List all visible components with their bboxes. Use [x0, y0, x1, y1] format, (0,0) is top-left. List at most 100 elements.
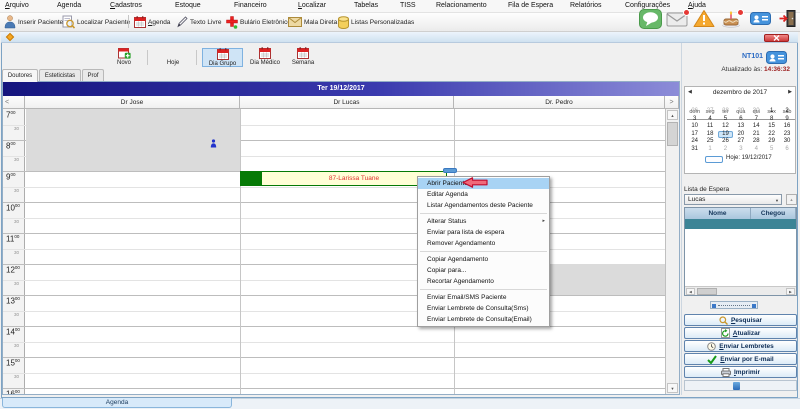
appointment[interactable]: 87-Larissa Tuane	[240, 171, 447, 186]
calendar-day[interactable]: 12	[718, 123, 733, 131]
calendar-day[interactable]: 23	[779, 131, 794, 139]
menu-relacionamento[interactable]: Relacionamento	[436, 2, 487, 9]
toolbar-bulario-eletronico[interactable]: Bulário Eletrônico	[226, 14, 291, 30]
calendar-day[interactable]: 25	[702, 138, 717, 146]
scroll-left-button[interactable]: ◀	[686, 288, 695, 295]
calendar-day[interactable]: 31	[687, 146, 702, 154]
calendar-day[interactable]: 15	[764, 123, 779, 131]
button-pesquisar[interactable]: Pesquisar	[684, 314, 797, 326]
scroll-right-button[interactable]: ▶	[786, 288, 795, 295]
birthday-button[interactable]	[719, 9, 744, 31]
scrollbar-thumb[interactable]	[697, 288, 717, 295]
appointment-resize-handle[interactable]	[443, 168, 457, 173]
calendar-day[interactable]: 4	[749, 146, 764, 154]
view-dia-medico[interactable]: Dia Médico	[245, 47, 285, 67]
column-header-dr-lucas[interactable]: Dr Lucas	[240, 96, 454, 109]
calendar-day[interactable]: 3	[687, 116, 702, 124]
calendar-day[interactable]: 28	[749, 138, 764, 146]
menu-fila-de-espera[interactable]: Fila de Espera	[508, 2, 553, 9]
calendar-prev-button[interactable]: ◀	[688, 89, 692, 95]
calendar-day[interactable]: 5	[718, 116, 733, 124]
menu-financeiro[interactable]: Financeiro	[234, 2, 267, 9]
context-item-editar-agenda[interactable]: Editar Agenda	[418, 189, 549, 200]
columns-scroll-right-button[interactable]: >	[665, 96, 679, 109]
close-button[interactable]	[764, 34, 789, 42]
calendar-day[interactable]: 20	[733, 131, 748, 139]
calendar-day[interactable]: 7	[749, 116, 764, 124]
calendar-day[interactable]: 3	[733, 146, 748, 154]
calendar-day[interactable]: 6	[779, 146, 794, 154]
calendar-day[interactable]: 26	[718, 138, 733, 146]
menu-agenda[interactable]: Agenda	[57, 2, 81, 9]
scrollbar-thumb[interactable]	[667, 122, 678, 146]
context-item-remover-agendamento[interactable]: Remover Agendamento	[418, 238, 549, 249]
calendar-day[interactable]: 29	[764, 138, 779, 146]
waitlist-hscrollbar[interactable]: ◀ ▶	[685, 286, 796, 295]
context-item-enviar-lembrete-de-consulta-sms[interactable]: Enviar Lembrete de Consulta(Sms)	[418, 303, 549, 314]
tab-esteticistas[interactable]: Esteticistas	[39, 69, 81, 81]
toolbar-agenda[interactable]: Agenda	[134, 14, 170, 30]
context-item-recortar-agendamento[interactable]: Recortar Agendamento	[418, 276, 549, 287]
calendar-day[interactable]: 21	[749, 131, 764, 139]
calendar-day[interactable]: 4	[702, 116, 717, 124]
view-hoje[interactable]: Hoje	[158, 48, 188, 67]
calendar-day[interactable]: 24	[687, 138, 702, 146]
menu-localizar[interactable]: Localizar	[298, 2, 326, 9]
menu-arquivo[interactable]: Arquivo	[5, 2, 29, 9]
calendar-day[interactable]: 30	[779, 138, 794, 146]
chat-button[interactable]	[638, 8, 662, 31]
calendar-day[interactable]: 27	[702, 108, 717, 116]
bottom-tab-agenda[interactable]: Agenda	[2, 398, 232, 408]
calendar-day[interactable]: 18	[702, 131, 717, 139]
calendar-next-button[interactable]: ▶	[788, 89, 792, 95]
menu-tabelas[interactable]: Tabelas	[354, 2, 378, 9]
calendar-day[interactable]: 16	[779, 123, 794, 131]
mail-button[interactable]	[665, 9, 690, 31]
waitlist-column-nome[interactable]: Nome	[685, 208, 751, 219]
columns-scroll-left-button[interactable]: <	[3, 96, 25, 109]
menu-cadastros[interactable]: Cadastros	[110, 2, 142, 9]
calendar-day[interactable]: 5	[764, 146, 779, 154]
idcard-button[interactable]	[748, 11, 772, 31]
scroll-down-button[interactable]: ▼	[667, 383, 678, 393]
toolbar-inserir-paciente[interactable]: Inserir Paciente	[4, 14, 63, 30]
calendar-day[interactable]: 30	[749, 108, 764, 116]
slider-thumb[interactable]	[733, 382, 740, 390]
context-item-alterar-status[interactable]: Alterar Status ▸	[418, 216, 549, 227]
column-header-dr-jose[interactable]: Dr Jose	[25, 96, 240, 109]
context-item-listar-agendamentos-deste-paciente[interactable]: Listar Agendamentos deste Paciente	[418, 200, 549, 211]
view-novo[interactable]: Novo	[110, 48, 138, 67]
waitlist-collapse-button[interactable]: ▲	[786, 194, 797, 205]
vertical-scrollbar[interactable]: ▲ ▼	[665, 109, 679, 394]
toolbar-localizar-paciente[interactable]: Localizar Paciente	[62, 14, 130, 30]
calendar-day[interactable]: 6	[733, 116, 748, 124]
menu-ajuda[interactable]: Ajuda	[688, 2, 706, 9]
column-header-dr-pedro[interactable]: Dr. Pedro	[454, 96, 665, 109]
zoom-slider[interactable]	[684, 380, 797, 391]
context-item-enviar-para-lista-de-espera[interactable]: Enviar para lista de espera	[418, 227, 549, 238]
calendar-day[interactable]: 14	[749, 123, 764, 131]
warning-button[interactable]	[692, 10, 716, 31]
calendar-day-selected[interactable]: 19	[717, 130, 734, 139]
toolbar-texto-livre[interactable]: Texto Livre	[176, 14, 221, 30]
calendar-day[interactable]: 8	[764, 116, 779, 124]
calendar-day[interactable]: 13	[733, 123, 748, 131]
context-item-enviar-lembrete-de-consulta-email[interactable]: Enviar Lembrete de Consulta(Email)	[418, 314, 549, 325]
calendar-day[interactable]: 29	[733, 108, 748, 116]
waitlist-selected-row[interactable]	[685, 219, 796, 229]
button-enviar-por-e-mail[interactable]: Enviar por E-mail	[684, 353, 797, 365]
calendar-day[interactable]: 1	[702, 146, 717, 154]
waitlist-filter-select[interactable]: Lucas ▼	[684, 194, 782, 205]
button-enviar-lembretes[interactable]: Enviar Lembretes	[684, 340, 797, 352]
calendar-day[interactable]: 11	[702, 123, 717, 131]
exit-button[interactable]	[775, 10, 799, 31]
calendar-day[interactable]: 2	[718, 146, 733, 154]
button-atualizar[interactable]: Atualizar	[684, 327, 797, 339]
calendar-day[interactable]: 1	[764, 108, 779, 116]
calendar-day[interactable]: 9	[779, 116, 794, 124]
waitlist-column-chegou[interactable]: Chegou	[751, 208, 796, 219]
calendar-day[interactable]: 28	[718, 108, 733, 116]
button-imprimir[interactable]: Imprimir	[684, 366, 797, 378]
tab-doutores[interactable]: Doutores	[2, 69, 38, 82]
calendar-day[interactable]: 17	[687, 131, 702, 139]
